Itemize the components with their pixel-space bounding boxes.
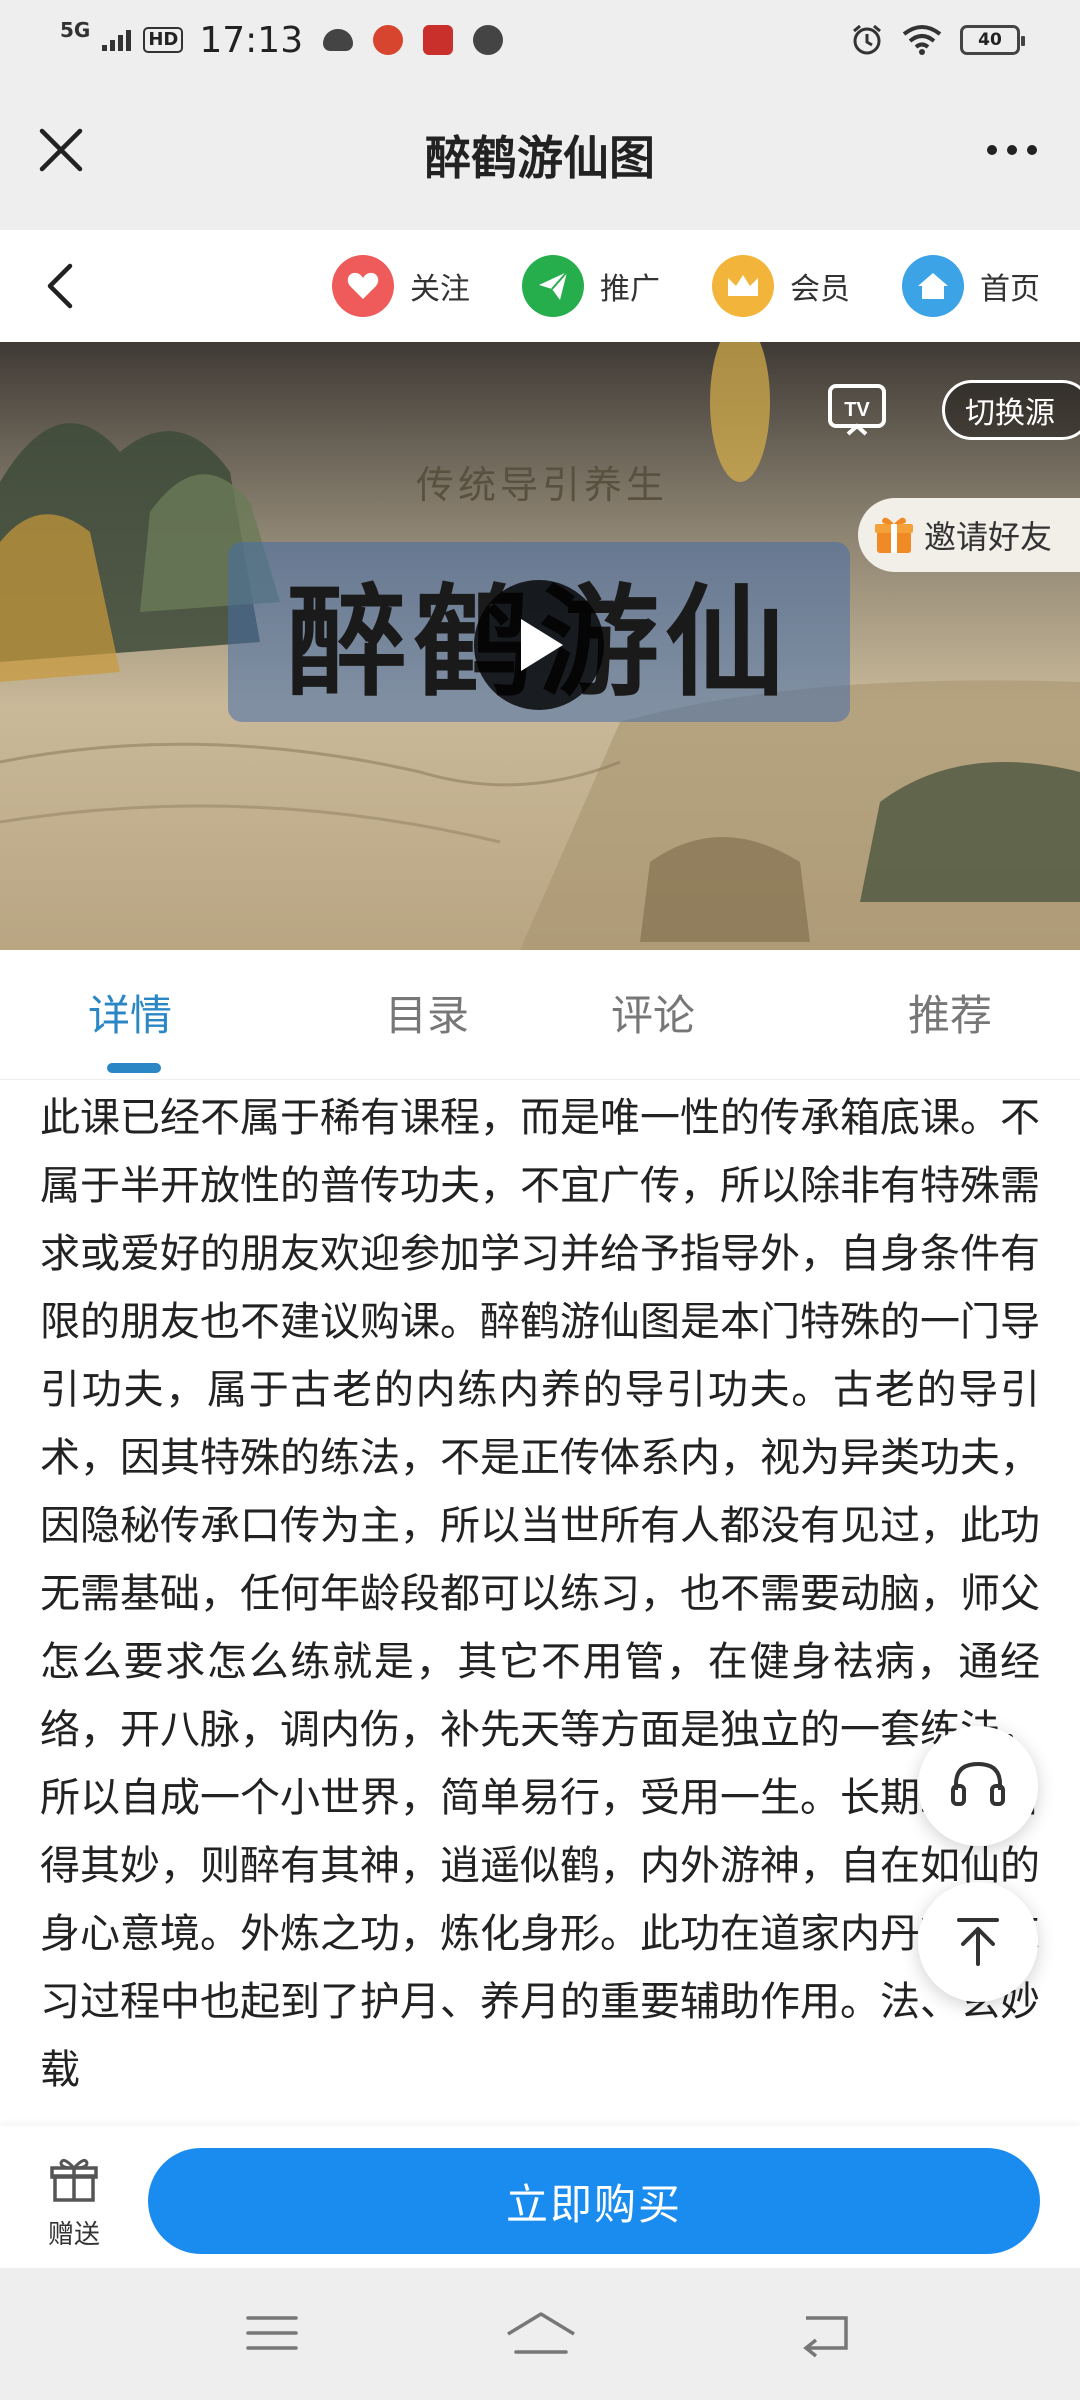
hd-badge: HD (143, 27, 184, 53)
invite-friends-button[interactable]: 邀请好友 (858, 498, 1080, 572)
status-left: 5G HD 17:13 (60, 18, 504, 61)
play-button[interactable] (474, 580, 604, 710)
play-icon (521, 619, 563, 671)
wifi-icon (902, 25, 942, 55)
clock: 17:13 (199, 19, 304, 61)
back-nav-icon[interactable] (796, 2308, 856, 2358)
promote-button[interactable]: 推广 (522, 255, 660, 317)
action-items: 关注 推广 会员 首页 (332, 230, 1040, 342)
network-type: 5G (60, 18, 91, 42)
title-bar: 醉鹤游仙图 (0, 80, 1080, 230)
headset-icon (951, 1761, 1005, 1806)
tab-bar: 详情 目录 评论 推荐 (0, 950, 1080, 1080)
video-player[interactable]: 传统导引养生 醉鹤游仙 TV 切换源 邀请好友 (0, 342, 1080, 950)
paper-plane-icon (522, 255, 584, 317)
svg-text:TV: TV (844, 399, 870, 421)
signal-icon (102, 29, 132, 51)
app-screen: 5G HD 17:13 40 醉鹤游仙图 关注 推广 会员 首页 传统导引养生 … (0, 0, 1080, 2400)
crown-icon (712, 255, 774, 317)
system-navigation-bar (0, 2268, 1080, 2400)
back-arrow-icon[interactable] (40, 258, 80, 314)
gift-label: 赠送 (47, 2220, 100, 2250)
follow-label: 关注 (410, 272, 470, 307)
status-right: 40 (850, 23, 1025, 57)
arrow-up-icon (957, 1918, 999, 1966)
tv-cast-icon[interactable]: TV (826, 382, 888, 438)
action-bar: 关注 推广 会员 首页 (0, 230, 1080, 342)
switch-source-button[interactable]: 切换源 (942, 380, 1080, 440)
member-button[interactable]: 会员 (712, 255, 850, 317)
tab-catalog[interactable]: 目录 (314, 950, 540, 1079)
app-notification-icon (373, 25, 404, 55)
page-title: 醉鹤游仙图 (425, 131, 655, 185)
follow-button[interactable]: 关注 (332, 255, 470, 317)
more-options-button[interactable] (980, 135, 1044, 165)
gift-button[interactable]: 赠送 (30, 2156, 118, 2251)
heart-icon (332, 255, 394, 317)
home-icon (902, 255, 964, 317)
gift-icon (875, 517, 913, 553)
buy-now-button[interactable]: 立即购买 (148, 2148, 1040, 2254)
member-label: 会员 (790, 272, 850, 307)
cloud-icon (323, 29, 354, 51)
invite-label: 邀请好友 (924, 518, 1053, 556)
gift-icon (50, 2158, 98, 2202)
tab-comments[interactable]: 评论 (540, 950, 766, 1079)
app-notification-icon-2 (423, 25, 454, 55)
purchase-bar: 赠送 立即购买 (0, 2126, 1080, 2268)
menu-icon[interactable] (242, 2308, 302, 2358)
app-notification-icon-3 (473, 25, 504, 55)
tab-details[interactable]: 详情 (0, 950, 314, 1079)
video-subtitle: 传统导引养生 (416, 463, 669, 507)
status-bar: 5G HD 17:13 40 (0, 0, 1080, 80)
home-label: 首页 (980, 272, 1040, 307)
home-button[interactable]: 首页 (902, 255, 1040, 317)
promote-label: 推广 (600, 272, 660, 307)
course-description: 此课已经不属于稀有课程，而是唯一性的传承箱底课。不属于半开放性的普传功夫，不宜广… (0, 1080, 1080, 2126)
back-to-top-button[interactable] (918, 1882, 1038, 2002)
tab-recommend[interactable]: 推荐 (766, 950, 1080, 1079)
customer-service-button[interactable] (918, 1726, 1038, 1846)
battery-icon: 40 (960, 25, 1025, 55)
alarm-icon (853, 24, 881, 55)
close-icon[interactable] (36, 125, 86, 175)
home-nav-icon[interactable] (504, 2308, 578, 2358)
description-text: 此课已经不属于稀有课程，而是唯一性的传承箱底课。不属于半开放性的普传功夫，不宜广… (40, 1095, 1040, 2093)
